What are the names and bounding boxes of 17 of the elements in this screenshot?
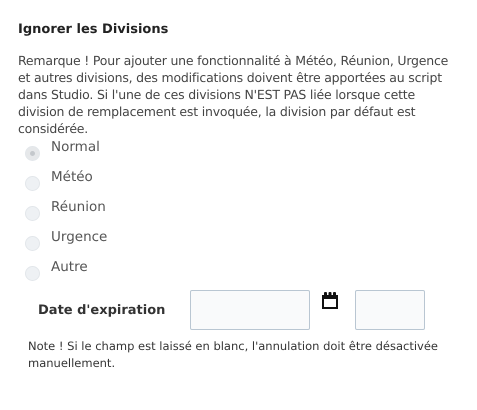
radio-button[interactable]: [25, 236, 40, 251]
radio-label: Réunion: [51, 199, 106, 215]
radio-button[interactable]: [25, 266, 40, 281]
radio-label: Météo: [51, 169, 93, 185]
calendar-icon[interactable]: [319, 290, 341, 312]
date-label: Date d'expiration: [38, 302, 166, 318]
radio-label: Autre: [51, 259, 88, 275]
radio-button[interactable]: [25, 146, 40, 161]
radio-label: Normal: [51, 139, 100, 155]
note-text: Note ! Si le champ est laissé en blanc, l'annulation doit être désactivée manuellement.: [28, 338, 439, 372]
remark-text: Remarque ! Pour ajouter une fonctionnalité à Météo, Réunion, Urgence et autres divisions, des modifications doivent être apportées au script dans Studio. Si l'une de ces divisions N'EST PAS liée lorsque cette division de remplacement est invoquée, la division par défaut est considérée.: [18, 52, 450, 137]
radio-label: Urgence: [51, 229, 108, 245]
radio-button[interactable]: [25, 176, 40, 191]
date-input-field[interactable]: [190, 290, 310, 330]
section-title: Ignorer les Divisions: [18, 22, 170, 37]
radio-button[interactable]: [25, 206, 40, 221]
time-input-field[interactable]: [355, 290, 425, 330]
